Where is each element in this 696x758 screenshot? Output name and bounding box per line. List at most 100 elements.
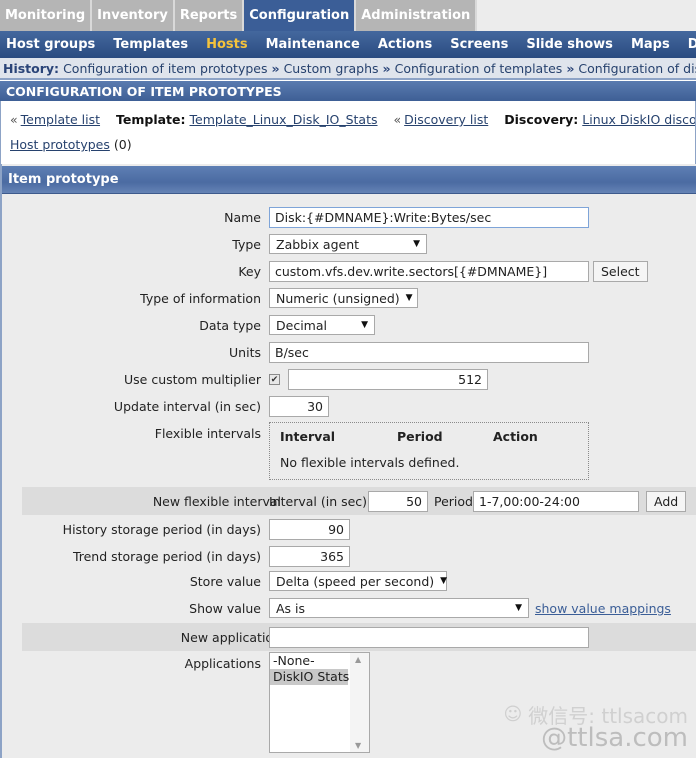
- units-row: Units B/sec: [2, 340, 696, 364]
- new-period-input[interactable]: 1-7,00:00-24:00: [473, 490, 639, 512]
- type-value: Zabbix agent: [276, 236, 360, 252]
- subnav-hosts[interactable]: Hosts: [200, 37, 256, 52]
- history-separator: »: [566, 60, 575, 76]
- history-label: History:: [3, 60, 60, 76]
- history-link[interactable]: Configuration of item prototypes: [63, 61, 267, 76]
- custom-multiplier-checkbox[interactable]: ✔: [269, 373, 280, 385]
- select-button[interactable]: Select: [593, 260, 648, 282]
- new-flexible-interval-label: New flexible interval: [152, 493, 281, 509]
- history-storage-label: History storage period (in days): [62, 521, 261, 537]
- key-label: Key: [238, 263, 261, 279]
- store-value-value: Delta (speed per second): [276, 573, 435, 589]
- store-value-row: Store value Delta (speed per second) ▼: [2, 569, 696, 593]
- new-application-input[interactable]: [269, 626, 589, 648]
- application-option[interactable]: -None-: [270, 653, 348, 669]
- data-type-select[interactable]: Decimal ▼: [269, 315, 375, 335]
- history-storage-row: History storage period (in days) 90: [2, 516, 696, 542]
- chevron-down-icon: ▼: [405, 293, 413, 303]
- custom-multiplier-label: Use custom multiplier: [124, 371, 261, 387]
- top-menu: Monitoring Inventory Reports Configurati…: [0, 0, 696, 31]
- interval-label: Interval (in sec): [269, 493, 368, 509]
- flexible-intervals-table: Interval Period Action No flexible inter…: [269, 422, 589, 480]
- template-list-link[interactable]: Template list: [21, 112, 100, 127]
- history-link[interactable]: Custom graphs: [284, 61, 379, 76]
- store-value-select[interactable]: Delta (speed per second) ▼: [269, 571, 447, 591]
- trend-storage-input[interactable]: 365: [269, 545, 350, 567]
- key-input[interactable]: custom.vfs.dev.write.sectors[{#DMNAME}]: [269, 260, 589, 282]
- host-prototypes-link[interactable]: Host prototypes: [10, 137, 110, 152]
- custom-multiplier-row: Use custom multiplier ✔ 512: [2, 367, 696, 391]
- chevron-down-icon: ▼: [361, 320, 368, 330]
- chevron-down-icon: ▼: [515, 603, 522, 613]
- show-value-value: As is: [276, 600, 306, 616]
- tab-reports[interactable]: Reports: [174, 0, 245, 31]
- applications-label: Applications: [184, 656, 261, 671]
- new-interval-input[interactable]: 50: [368, 490, 428, 512]
- chevron-down-icon: ▼: [440, 576, 448, 586]
- trend-storage-row: Trend storage period (in days) 365: [2, 543, 696, 569]
- history-separator: »: [271, 60, 280, 76]
- subnav-maintenance[interactable]: Maintenance: [260, 37, 368, 52]
- host-prototypes-count: (0): [113, 137, 132, 152]
- column-header-action: Action: [493, 429, 538, 444]
- type-of-information-row: Type of information Numeric (unsigned) ▼: [2, 286, 696, 310]
- type-of-information-select[interactable]: Numeric (unsigned) ▼: [269, 288, 418, 308]
- show-value-select[interactable]: As is ▼: [269, 598, 529, 618]
- template-label: Template:: [116, 112, 186, 127]
- column-header-period: Period: [397, 429, 443, 444]
- wechat-icon: ☺: [503, 704, 523, 725]
- name-input[interactable]: Disk:{#DMNAME}:Write:Bytes/sec: [269, 206, 589, 228]
- add-button[interactable]: Add: [646, 490, 687, 512]
- listbox-scrollbar[interactable]: ▲ ▼: [350, 653, 369, 752]
- subnav-host-groups[interactable]: Host groups: [0, 37, 103, 52]
- subnav-discovery[interactable]: Discovery: [682, 37, 696, 52]
- discovery-link[interactable]: Linux DiskIO discovery: [582, 112, 695, 127]
- tab-monitoring[interactable]: Monitoring: [0, 0, 93, 31]
- flexible-intervals-row: Flexible intervals Interval Period Actio…: [2, 422, 696, 484]
- type-of-information-value: Numeric (unsigned): [276, 290, 400, 306]
- period-label: Period: [434, 493, 473, 509]
- type-of-information-label: Type of information: [140, 290, 261, 306]
- tab-administration[interactable]: Administration: [356, 0, 478, 31]
- update-interval-input[interactable]: 30: [269, 395, 329, 417]
- back-arrow-icon: «: [10, 112, 18, 127]
- template-link[interactable]: Template_Linux_Disk_IO_Stats: [190, 112, 378, 127]
- update-interval-label: Update interval (in sec): [113, 398, 261, 414]
- name-row: Name Disk:{#DMNAME}:Write:Bytes/sec: [2, 205, 696, 229]
- update-interval-row: Update interval (in sec) 30: [2, 394, 696, 418]
- history-link[interactable]: Configuration of templates: [395, 61, 563, 76]
- discovery-label: Discovery:: [504, 112, 579, 127]
- column-header-interval: Interval: [280, 429, 336, 444]
- new-application-row: New application: [22, 623, 696, 651]
- history-bar: History: Configuration of item prototype…: [0, 58, 696, 80]
- units-label: Units: [229, 344, 261, 360]
- subnav-maps[interactable]: Maps: [625, 37, 678, 52]
- new-flexible-interval-row: New flexible interval Interval (in sec) …: [22, 487, 696, 515]
- data-type-row: Data type Decimal ▼: [2, 313, 696, 337]
- show-value-row: Show value As is ▼ show value mappings: [2, 596, 696, 620]
- history-separator: »: [382, 60, 391, 76]
- new-application-label: New application: [180, 629, 281, 645]
- units-input[interactable]: B/sec: [269, 341, 589, 363]
- tab-inventory[interactable]: Inventory: [92, 0, 175, 31]
- subnav-slide-shows[interactable]: Slide shows: [520, 37, 621, 52]
- subnav-templates[interactable]: Templates: [107, 37, 196, 52]
- history-storage-input[interactable]: 90: [269, 518, 350, 540]
- application-option[interactable]: DiskIO Stats: [270, 669, 349, 685]
- history-link[interactable]: Configuration of discovery rules: [578, 61, 696, 76]
- applications-listbox[interactable]: -None- DiskIO Stats ▲ ▼: [269, 652, 370, 753]
- flexible-intervals-label: Flexible intervals: [154, 426, 261, 441]
- key-row: Key custom.vfs.dev.write.sectors[{#DMNAM…: [2, 259, 696, 283]
- type-select[interactable]: Zabbix agent ▼: [269, 234, 427, 254]
- subnav-screens[interactable]: Screens: [444, 37, 516, 52]
- scroll-down-icon[interactable]: ▼: [355, 741, 361, 750]
- scroll-up-icon[interactable]: ▲: [355, 655, 361, 664]
- back-arrow-icon: «: [393, 112, 402, 127]
- sub-menu: Host groups Templates Hosts Maintenance …: [0, 31, 696, 58]
- tab-configuration[interactable]: Configuration: [244, 0, 357, 31]
- discovery-list-link[interactable]: Discovery list: [404, 112, 488, 127]
- subnav-actions[interactable]: Actions: [372, 37, 440, 52]
- data-type-value: Decimal: [276, 317, 327, 333]
- custom-multiplier-input[interactable]: 512: [288, 368, 488, 390]
- show-value-mappings-link[interactable]: show value mappings: [535, 601, 671, 616]
